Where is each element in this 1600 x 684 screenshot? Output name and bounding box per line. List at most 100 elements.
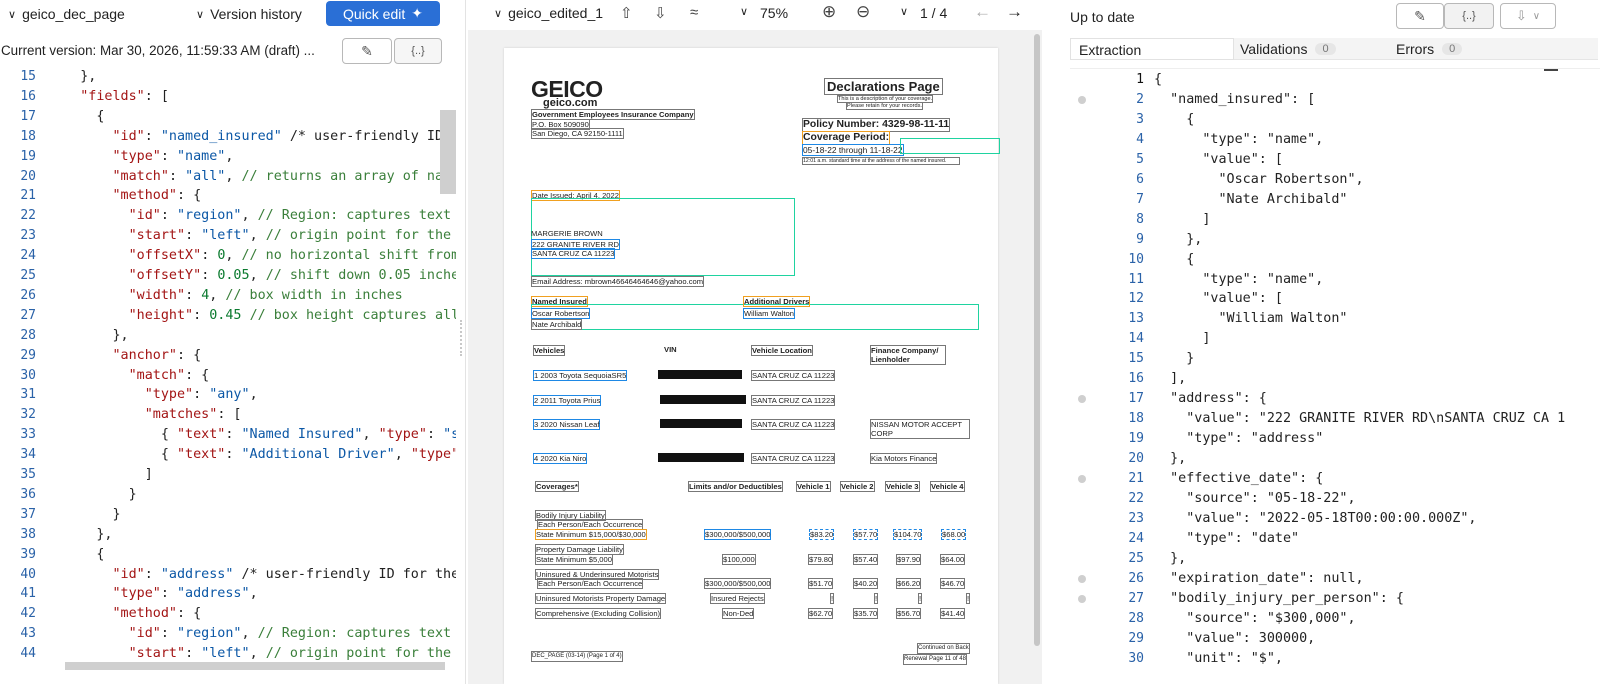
code-line: "id": "region", // Region: captures text	[48, 208, 452, 224]
json-line: "value": "2022-05-18T00:00:00.000Z",	[1154, 510, 1477, 526]
line-number: 30	[1128, 650, 1144, 666]
panel-resize-handle[interactable]	[460, 320, 464, 356]
version-history-button[interactable]: ∨ Version history	[196, 4, 302, 24]
vehicle-lienholder: NISSAN MOTOR ACCEPT CORP	[870, 419, 970, 439]
code-braces-icon: {..}	[1462, 10, 1476, 22]
download-icon[interactable]: ⇩	[654, 4, 667, 22]
vehicle-location: SANTA CRUZ CA 11223	[751, 395, 836, 406]
json-line: "effective_date": {	[1154, 471, 1324, 486]
line-number: 29	[20, 347, 36, 363]
json-output-viewer[interactable]: 1 {2 "named_insured": [3 {4 "type": "name…	[1070, 68, 1600, 684]
zoom-out-icon[interactable]: ⊖	[856, 2, 870, 22]
export-dropdown-button[interactable]: ⇩ ∨	[1500, 3, 1556, 29]
line-number: 6	[1136, 171, 1144, 187]
line-number: 2	[1136, 91, 1144, 107]
pd-vehicle2: $57.40	[853, 554, 879, 565]
json-line: "unit": "$",	[1154, 650, 1283, 666]
line-number: 9	[1136, 231, 1144, 247]
named-insured-1: Oscar Robertson	[531, 308, 591, 319]
umpd-vehicle3: !	[918, 593, 923, 604]
policy-number: Policy Number: 4329-98-11-11	[802, 118, 951, 132]
code-editor-button[interactable]: {..}	[394, 38, 442, 64]
code-editor[interactable]: 15 }, 16 "fields": [17 {18 "id": "named_i…	[0, 66, 456, 684]
download-tray-icon: ⇩	[1515, 8, 1527, 23]
pd-vehicle1: $79.80	[808, 554, 834, 565]
json-view-button[interactable]: {..}	[1444, 3, 1494, 29]
line-number: 4	[1136, 131, 1144, 147]
file-dropdown[interactable]: ∨ geico_edited_1	[494, 5, 603, 21]
line-number: 35	[20, 467, 36, 482]
fold-dot-icon[interactable]	[1078, 475, 1086, 483]
json-line: {	[1154, 251, 1195, 267]
horizontal-scrollbar[interactable]	[65, 662, 445, 670]
code-line: "fields": [	[48, 88, 169, 104]
line-number: 14	[1128, 331, 1144, 347]
version-history-label: Version history	[210, 6, 302, 22]
tab-errors[interactable]: Errors 0	[1396, 38, 1463, 60]
layers-off-icon[interactable]: ≈	[690, 4, 698, 21]
arrow-left-icon[interactable]: ←	[974, 2, 991, 22]
title-dropdown[interactable]: ∨ geico_dec_page	[8, 4, 125, 24]
redacted-vin	[658, 453, 744, 462]
page-indicator[interactable]: 1 / 4	[920, 5, 947, 21]
coverage-period-note: 12:01 a.m. standard time at the address …	[802, 157, 960, 165]
uninsured-motorists-each: Each Person/Each Occurrence	[537, 578, 644, 589]
upload-icon[interactable]: ⇧	[620, 4, 633, 22]
redacted-vin	[660, 395, 746, 404]
minimap-marker	[1544, 69, 1558, 71]
coverage-period-label: Coverage Period:	[802, 131, 891, 145]
line-number: 5	[1136, 151, 1144, 167]
code-line: "matches": [	[48, 407, 242, 423]
json-line: {	[1154, 111, 1195, 127]
line-number: 33	[20, 427, 36, 443]
bi-vehicle2: $57.70	[853, 529, 879, 540]
json-line: "value": 300000,	[1154, 630, 1316, 646]
json-line: "value": [	[1154, 291, 1283, 307]
line-number: 19	[20, 148, 36, 164]
json-line: ],	[1154, 371, 1187, 387]
line-number: 26	[1128, 570, 1144, 586]
code-line: },	[48, 327, 129, 343]
edit-form-icon: ✎	[1414, 7, 1426, 24]
fold-dot-icon[interactable]	[1078, 594, 1086, 603]
chevron-down-icon: ∨	[196, 8, 205, 21]
line-number: 43	[20, 626, 36, 642]
arrow-right-icon[interactable]: →	[1006, 2, 1023, 22]
fold-dot-icon[interactable]	[1078, 395, 1086, 404]
quick-edit-button[interactable]: Quick edit ✦	[326, 1, 440, 26]
document-viewer: ∨ geico_edited_1 ⇧ ⇩ ≈ ∨ 75% ⊕ ⊖ ∨ 1 / 4…	[468, 0, 1042, 684]
page-footer: DEC_PAGE (03-14) (Page 1 of 4)	[531, 651, 623, 662]
chevron-down-icon[interactable]: ∨	[740, 5, 748, 18]
um-vehicle1: $51.70	[808, 578, 834, 589]
line-number: 26	[20, 287, 36, 303]
finance-company-heading: Finance Company/ Lienholder	[870, 345, 946, 365]
property-damage-state-min: State Minimum $5,000	[535, 554, 613, 565]
json-line: "type": "address"	[1154, 431, 1324, 447]
vertical-scrollbar[interactable]	[440, 110, 456, 194]
zoom-level[interactable]: 75%	[760, 5, 788, 21]
code-line: "offsetY": 0.05, // shift down 0.05 inch…	[48, 268, 456, 283]
viewer-scrollbar[interactable]	[1034, 34, 1040, 646]
fold-dot-icon[interactable]	[1078, 574, 1086, 583]
tab-validations[interactable]: Validations 0	[1240, 38, 1336, 60]
code-line: "match": "all", // returns an array of n…	[48, 168, 456, 184]
tab-extraction[interactable]: Extraction	[1070, 38, 1234, 60]
fold-dot-icon[interactable]	[1078, 95, 1086, 104]
line-number: 25	[20, 268, 36, 283]
uninsured-motorists-limit: $300,000/$500,000	[704, 578, 772, 589]
code-line: "start": "left", // origin point for the	[48, 228, 452, 244]
visual-view-button[interactable]: ✎	[1396, 3, 1444, 29]
vehicle-lienholder: Kia Motors Finance	[870, 453, 938, 464]
vehicle2-heading: Vehicle 2	[840, 481, 875, 492]
visual-editor-button[interactable]: ✎	[342, 38, 392, 64]
code-line: "id": "named_insured" /* user-friendly I…	[48, 128, 456, 144]
json-line: "named_insured": [	[1154, 91, 1316, 107]
zoom-in-icon[interactable]: ⊕	[822, 2, 836, 22]
code-line: "id": "address" /* user-friendly ID for …	[48, 566, 456, 582]
json-line: "William Walton"	[1154, 311, 1348, 327]
line-number: 20	[1128, 451, 1144, 467]
chevron-down-icon[interactable]: ∨	[900, 5, 908, 18]
line-number: 44	[20, 646, 36, 662]
code-line: "offsetX": 0, // no horizontal shift fro…	[48, 248, 456, 264]
line-number: 3	[1136, 111, 1144, 127]
